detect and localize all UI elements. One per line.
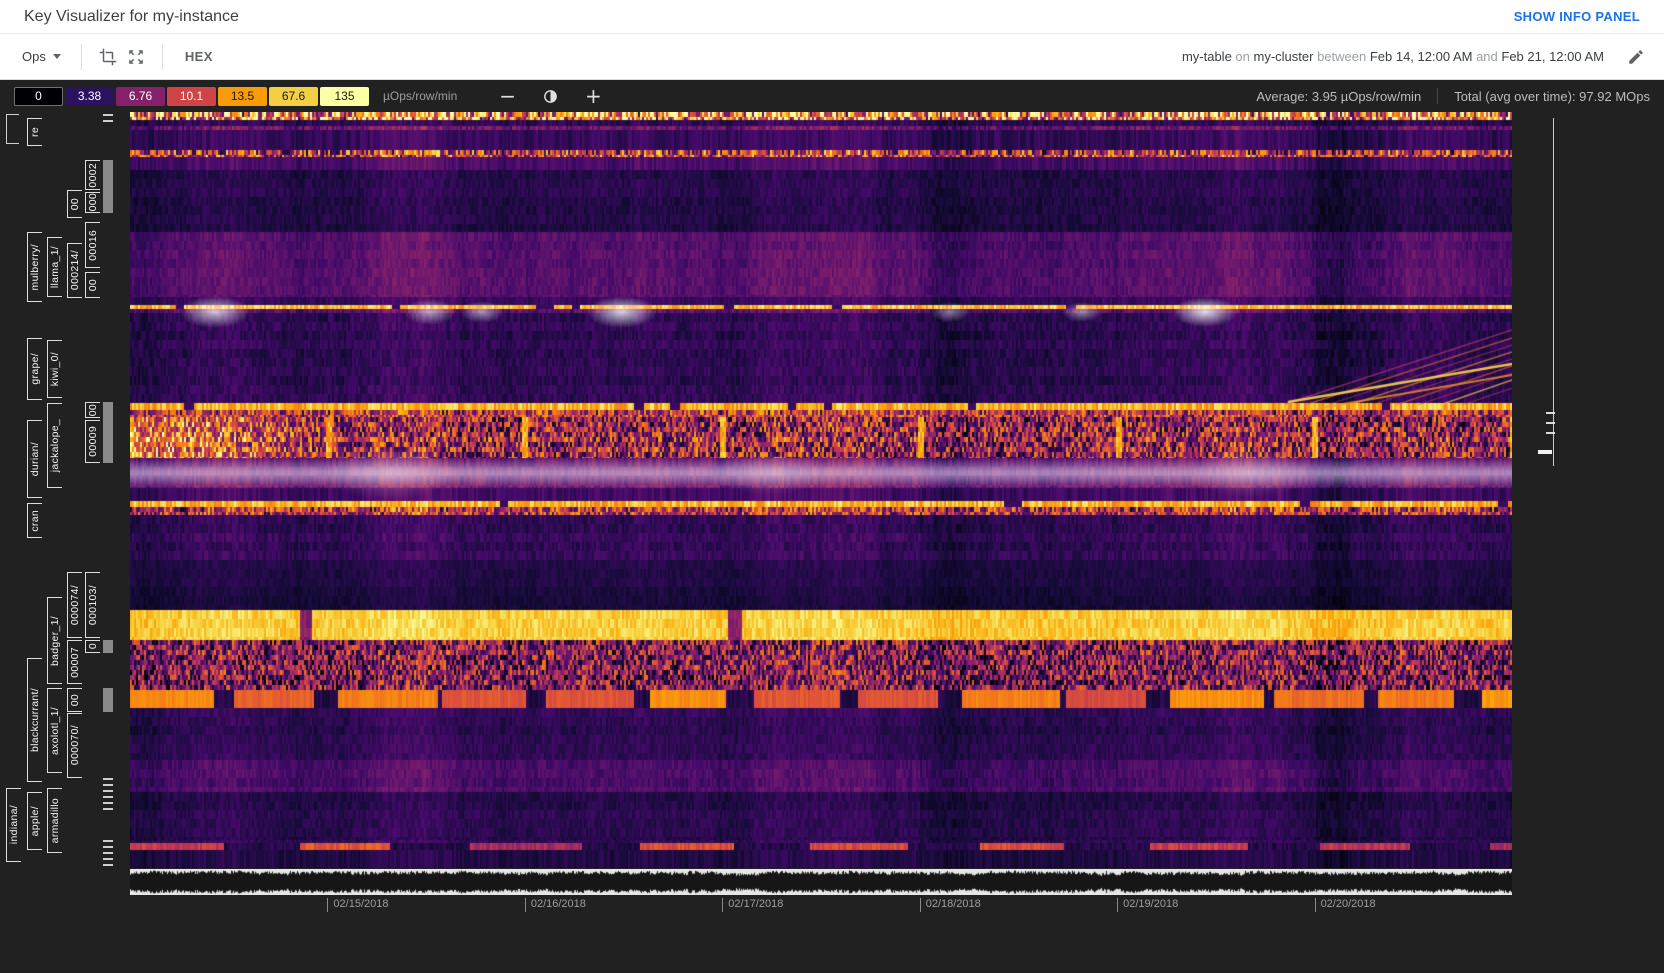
row-key-label[interactable]: armadillo [47,788,62,853]
legend-stop: 135 [320,86,369,106]
row-key-label[interactable]: re [27,118,42,146]
row-key-label[interactable]: 00016 [85,222,100,268]
legend-bar: 0 3.38 6.76 10.1 13.5 67.6 135 µOps/row/min − … [0,80,1664,112]
plus-icon: + [585,84,602,108]
legend-unit: µOps/row/min [383,89,458,103]
row-key-label[interactable]: apple/ [27,792,42,850]
key-visualizer-app: Key Visualizer for my-instance SHOW INFO… [0,0,1664,973]
scroll-tick [1546,412,1555,414]
crop-button[interactable] [94,43,122,71]
row-key-bracket [6,114,19,144]
app-header: Key Visualizer for my-instance SHOW INFO… [0,0,1664,34]
pencil-icon [1629,49,1643,64]
scope-on-word: on [1231,49,1254,64]
row-key-label[interactable]: 00 [85,402,100,418]
metric-select[interactable]: Ops [14,43,69,70]
scrubber-minimap[interactable] [130,869,1512,895]
timeline-date: 02/16/2018 [524,898,586,912]
chevron-down-icon [52,54,61,59]
scroll-thumb[interactable] [1538,450,1552,454]
contrast-button[interactable] [542,88,559,105]
average-value: Average: 3.95 µOps/row/min [1256,88,1422,104]
row-key-bracket [103,640,113,653]
toolbar-divider [80,43,82,70]
legend-stop: 10.1 [167,86,216,106]
minus-icon: − [499,84,517,108]
scope-and-word: and [1472,49,1502,64]
row-key-bracket [103,402,113,463]
row-key-label[interactable]: 00009 [85,420,100,463]
row-key-label[interactable]: cran [27,503,42,538]
total-value: Total (avg over time): 97.92 MOps [1454,88,1650,104]
legend-stop: 6.76 [116,86,165,106]
page-title: Key Visualizer for my-instance [24,7,239,25]
timeline-date: 02/20/2018 [1314,898,1376,912]
zoom-out-map-icon [129,49,143,64]
row-key-label[interactable]: mulberry/ [27,232,42,302]
timeline-axis: 02/15/2018 02/16/2018 02/17/2018 02/18/2018… [0,898,1664,914]
row-key-bracket [103,688,113,712]
zoom-controls: − + [499,84,602,108]
row-key-label[interactable]: blackcurrant/ [27,658,42,782]
row-key-bracket [103,160,113,213]
row-key-label[interactable]: 00007 [67,640,82,684]
scroll-tick [1546,422,1555,424]
row-key-label[interactable]: 00 [67,688,82,712]
edit-scope-button[interactable] [1622,43,1650,71]
row-key-label[interactable]: 00 [85,272,100,298]
row-key-panel: indiana/re mulberry/grape/durian/cran blac… [0,112,130,868]
legend-metrics: Average: 3.95 µOps/row/min Total (avg ov… [1256,88,1650,104]
show-info-panel-link[interactable]: SHOW INFO PANEL [1514,9,1640,24]
hex-toggle-button[interactable]: HEX [175,43,223,70]
toolbar-divider [161,43,163,70]
row-key-label[interactable]: 000103/ [85,572,100,638]
metrics-divider [1437,88,1439,104]
timeline-date: 02/15/2018 [327,898,388,912]
crop-icon [99,48,117,65]
contrast-icon [544,89,557,103]
heatmap-canvas[interactable] [130,112,1512,868]
row-key-label[interactable]: jackalope_ [47,403,62,488]
legend-scale: 0 3.38 6.76 10.1 13.5 67.6 135 [14,86,371,106]
row-key-label[interactable]: 00 [67,190,82,218]
row-key-bracket [103,778,113,812]
legend-stop: 13.5 [218,86,267,106]
row-key-label[interactable]: 000070/ [67,713,82,778]
zoom-out-button[interactable]: − [499,84,517,108]
row-key-label[interactable]: indiana/ [6,788,21,862]
zoom-in-button[interactable]: + [585,84,602,108]
row-key-label[interactable]: axolotl_1/ [47,688,62,773]
row-key-bracket [103,114,113,126]
timeline-date: 02/18/2018 [919,898,981,912]
fullscreen-button[interactable] [122,43,150,71]
legend-stop: 3.38 [65,86,114,106]
legend-stop: 0 [14,86,63,106]
timeline-date: 02/17/2018 [722,898,783,912]
scope-cluster: my-cluster [1253,49,1314,64]
row-key-label[interactable]: 000074/ [67,572,82,638]
timeline-date: 02/19/2018 [1117,898,1178,912]
scope-table: my-table [1181,49,1232,64]
toolbar: Ops HEX my-table on my-cluster between F… [0,34,1664,80]
row-key-label[interactable]: llama_1/ [47,237,62,297]
legend-stop: 67.6 [269,86,318,106]
row-key-bracket [103,840,113,868]
row-key-label[interactable]: 0 [85,640,100,653]
row-key-label[interactable]: 000214/ [67,243,82,298]
scope-summary: my-table on my-cluster between Feb 14, 1… [1182,49,1604,64]
row-key-label[interactable]: 0002 [85,160,100,190]
row-key-label[interactable]: 000 [85,192,100,213]
row-key-label[interactable]: kiwi_0/ [47,340,62,398]
visualization-area: indiana/re mulberry/grape/durian/cran blac… [0,112,1664,973]
row-key-label[interactable]: grape/ [27,338,42,400]
scope-end-time: Feb 21, 12:00 AM [1501,49,1604,64]
scroll-tick [1546,432,1555,434]
row-key-label[interactable]: badger_1/ [47,597,62,684]
scope-between-word: between [1313,49,1370,64]
metric-select-value: Ops [22,49,46,64]
visualizer-content: 0 3.38 6.76 10.1 13.5 67.6 135 µOps/row/min − … [0,80,1664,973]
scope-start-time: Feb 14, 12:00 AM [1369,49,1473,64]
row-key-label[interactable]: durian/ [27,420,42,498]
